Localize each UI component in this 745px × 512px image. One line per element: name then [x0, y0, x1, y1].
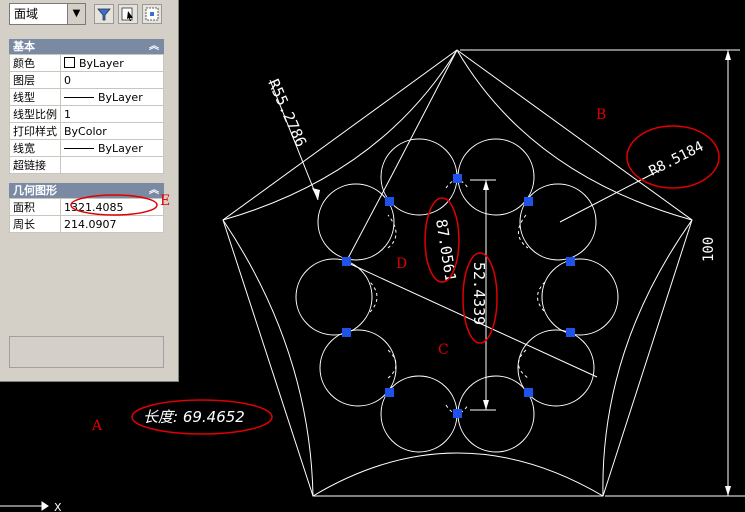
property-value[interactable]: ByColor: [60, 122, 164, 140]
property-label: 超链接: [9, 156, 61, 174]
table-row[interactable]: 打印样式 ByColor: [9, 122, 164, 140]
table-row[interactable]: 线型 ByLayer: [9, 88, 164, 106]
table-row[interactable]: 超链接: [9, 156, 164, 174]
chevron-down-icon[interactable]: ▼: [67, 4, 85, 24]
object-type-value: 面域: [14, 7, 39, 21]
property-value[interactable]: 1: [60, 105, 164, 123]
pickadd-icon[interactable]: [142, 4, 162, 24]
marker-a: A: [91, 418, 103, 434]
palette-toolbar: 面域 ▼: [0, 0, 179, 32]
property-value[interactable]: ByLayer: [60, 139, 164, 157]
object-type-select[interactable]: 面域 ▼: [9, 3, 86, 25]
region-arc-bottom: [312, 452, 604, 497]
table-row[interactable]: 周长 214.0907: [9, 215, 164, 233]
property-label: 图层: [9, 71, 61, 89]
linetype-value: ByLayer: [98, 90, 143, 104]
area-value[interactable]: 1321.4085: [60, 198, 164, 216]
lineweight-value: ByLayer: [98, 141, 143, 155]
property-value[interactable]: ByLayer: [60, 88, 164, 106]
property-label: 线型比例: [9, 105, 61, 123]
ucs-icon: [0, 501, 49, 511]
lineweight-sample-icon: [64, 147, 94, 149]
geometry-section-title: 几何图形: [13, 184, 57, 197]
properties-palette: 面域 ▼ 基本 ︽ 颜色 ByLayer 图层 0 线型 ByLayer 线型比: [0, 0, 179, 382]
property-value[interactable]: [60, 156, 164, 174]
marker-c: C: [438, 342, 449, 358]
table-row[interactable]: 线型比例 1: [9, 105, 164, 123]
property-label: 面积: [9, 198, 61, 216]
dim-text-vert: 52.4339: [470, 262, 488, 325]
grip-points: [342, 174, 575, 418]
select-objects-icon[interactable]: [118, 4, 138, 24]
marker-b: B: [596, 107, 606, 123]
table-row[interactable]: 线宽 ByLayer: [9, 139, 164, 157]
color-value: ByLayer: [79, 56, 124, 70]
marker-d: D: [396, 256, 407, 272]
property-label: 周长: [9, 215, 61, 233]
dim-line-r8: [559, 169, 661, 223]
dim-text-diag: 87.0561: [432, 218, 460, 283]
linetype-sample-icon: [64, 96, 94, 98]
basic-section-title: 基本: [13, 40, 35, 53]
property-label: 线宽: [9, 139, 61, 157]
property-value[interactable]: ByLayer: [60, 54, 164, 72]
basic-section-header[interactable]: 基本 ︽: [9, 39, 164, 54]
dim-text-r55: R55.2786: [264, 76, 310, 149]
dim-text-height: 100: [701, 237, 717, 262]
geometry-section-header[interactable]: 几何图形 ︽: [9, 183, 164, 198]
property-label: 颜色: [9, 54, 61, 72]
description-box: [9, 336, 164, 368]
color-swatch-icon: [64, 56, 75, 68]
small-circles: [295, 138, 619, 453]
table-row[interactable]: 图层 0: [9, 71, 164, 89]
table-row[interactable]: 颜色 ByLayer: [9, 54, 164, 72]
property-value[interactable]: 0: [60, 71, 164, 89]
quick-select-icon[interactable]: [94, 4, 114, 24]
geometry-properties-table: 面积 1321.4085 周长 214.0907: [9, 198, 164, 233]
collapse-icon[interactable]: ︽: [149, 183, 159, 198]
ucs-x-label: X: [54, 501, 62, 512]
property-label: 打印样式: [9, 122, 61, 140]
length-readout: 长度: 69.4652: [143, 408, 245, 426]
property-label: 线型: [9, 88, 61, 106]
basic-properties-table: 颜色 ByLayer 图层 0 线型 ByLayer 线型比例 1 打印样式 B…: [9, 54, 164, 174]
collapse-icon[interactable]: ︽: [149, 39, 159, 54]
dim-text-r8: R8.5184: [647, 139, 707, 180]
perimeter-value[interactable]: 214.0907: [60, 215, 164, 233]
table-row[interactable]: 面积 1321.4085: [9, 198, 164, 216]
